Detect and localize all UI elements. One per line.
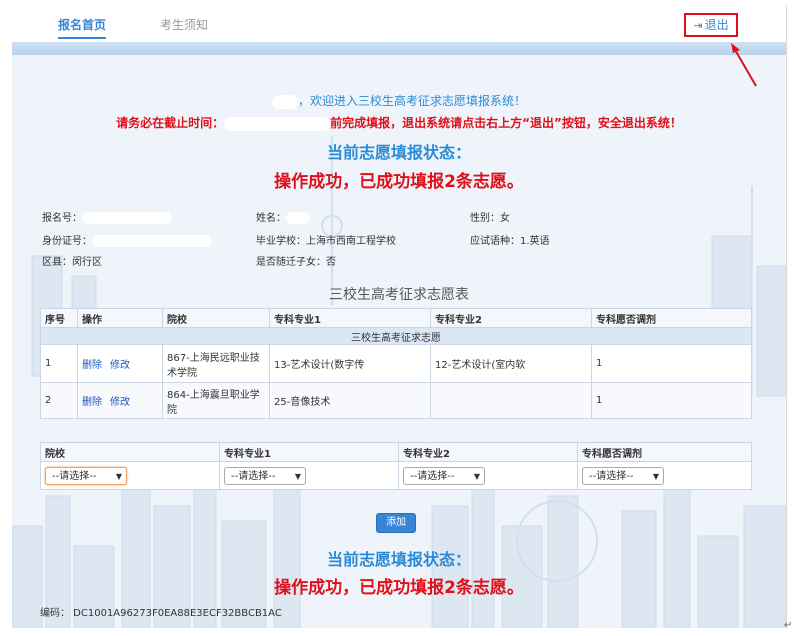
status-heading: 当前志愿填报状态： xyxy=(326,143,471,162)
col-major2: 专科专业2 xyxy=(430,308,592,328)
school-select[interactable]: --请选择-- ▼ xyxy=(45,466,127,485)
row-major1: 25-音像技术 xyxy=(269,382,431,419)
redacted-name xyxy=(271,94,298,109)
row-adjust: 1 xyxy=(591,344,752,383)
encoding-code: 编码： DC1001A96273F0EA88E3ECF32BBCB1AC xyxy=(40,608,282,619)
chevron-down-icon: ▼ xyxy=(473,471,480,481)
chevron-down-icon: ▼ xyxy=(294,471,301,481)
row-actions: 删除 修改 xyxy=(77,382,163,419)
status-heading-bottom: 当前志愿填报状态： xyxy=(326,550,471,569)
status-value-bottom: 操作成功，已成功填报2条志愿。 xyxy=(274,578,524,598)
gender: 性别：女 xyxy=(470,213,510,224)
col-major1: 专科专业1 xyxy=(269,308,431,328)
form-col-major2: 专科专业2 xyxy=(398,442,578,462)
redacted-student-name xyxy=(286,212,310,224)
row-no: 1 xyxy=(40,344,78,383)
page-frame: 报名首页 考生须知 ⇥ 退出 ，欢迎进入三校生高考征求志愿填报系统！ 请务必在截止… xyxy=(12,6,787,628)
redacted-reg-no xyxy=(82,212,172,224)
edit-link[interactable]: 修改 xyxy=(110,397,130,408)
major1-select[interactable]: --请选择-- ▼ xyxy=(224,466,306,485)
adjust-select[interactable]: --请选择-- ▼ xyxy=(582,466,664,485)
deadline-notice: 请务必在截止时间： 前完成填报，退出系统请点击右上方“退出”按钮，安全退出系统！ xyxy=(116,116,682,131)
form-col-adjust: 专科愿否调剂 xyxy=(577,442,752,462)
row-adjust: 1 xyxy=(591,382,752,419)
arrow-annotation xyxy=(731,43,757,87)
id-number: 身份证号： xyxy=(42,232,212,247)
col-action: 操作 xyxy=(77,308,163,328)
row-school: 867-上海民远职业技术学院 xyxy=(162,344,270,383)
volunteer-table: 序号 操作 院校 专科专业1 专科专业2 专科愿否调剂 三校生高考征求志愿 1 … xyxy=(40,308,752,419)
header-band xyxy=(12,42,786,55)
delete-link[interactable]: 删除 xyxy=(82,360,102,371)
col-adjust: 专科愿否调剂 xyxy=(591,308,752,328)
row-no: 2 xyxy=(40,382,78,419)
exam-language: 应试语种：1.英语 xyxy=(470,236,550,247)
major2-select[interactable]: --请选择-- ▼ xyxy=(403,466,485,485)
tab-home[interactable]: 报名首页 xyxy=(58,16,107,39)
add-form: 院校 专科专业1 专科专业2 专科愿否调剂 --请选择-- ▼ --请选择-- ▼ … xyxy=(40,442,752,490)
logout-icon: ⇥ xyxy=(693,19,703,32)
logout-button[interactable]: ⇥ 退出 xyxy=(684,13,738,37)
row-actions: 删除 修改 xyxy=(77,344,163,383)
form-col-school: 院校 xyxy=(40,442,220,462)
col-no: 序号 xyxy=(40,308,78,328)
top-nav: 报名首页 考生须知 ⇥ 退出 xyxy=(12,6,786,42)
row-major2 xyxy=(430,382,592,419)
edit-link[interactable]: 修改 xyxy=(110,360,130,371)
tab-notice[interactable]: 考生须知 xyxy=(160,16,208,33)
chevron-down-icon: ▼ xyxy=(652,471,659,481)
table-row: 2 删除 修改 864-上海震旦职业学院 25-音像技术 1 xyxy=(40,382,752,419)
redacted-id-number xyxy=(92,235,212,247)
chevron-down-icon: ▼ xyxy=(115,471,122,481)
status-value: 操作成功，已成功填报2条志愿。 xyxy=(274,172,524,192)
row-major2: 12-艺术设计(室内软 xyxy=(430,344,592,383)
welcome-message: ，欢迎进入三校生高考征求志愿填报系统！ xyxy=(12,92,786,109)
district: 区县：闵行区 xyxy=(42,257,102,268)
col-school: 院校 xyxy=(162,308,270,328)
migrant-child: 是否随迁子女：否 xyxy=(256,257,336,268)
student-name: 姓名： xyxy=(256,209,310,224)
row-school: 864-上海震旦职业学院 xyxy=(162,382,270,419)
table-row: 1 删除 修改 867-上海民远职业技术学院 13-艺术设计(数字传 12-艺术设… xyxy=(40,344,752,383)
paragraph-mark: ↵ xyxy=(784,620,793,631)
delete-link[interactable]: 删除 xyxy=(82,397,102,408)
row-major1: 13-艺术设计(数字传 xyxy=(269,344,431,383)
reg-no: 报名号： xyxy=(42,209,172,224)
group-label: 三校生高考征求志愿 xyxy=(40,327,752,345)
add-button[interactable]: 添加 xyxy=(376,513,416,533)
table-title: 三校生高考征求志愿表 xyxy=(329,287,469,303)
form-col-major1: 专科专业1 xyxy=(219,442,399,462)
redacted-deadline xyxy=(224,116,331,131)
graduate-school: 毕业学校：上海市西南工程学校 xyxy=(256,236,396,247)
